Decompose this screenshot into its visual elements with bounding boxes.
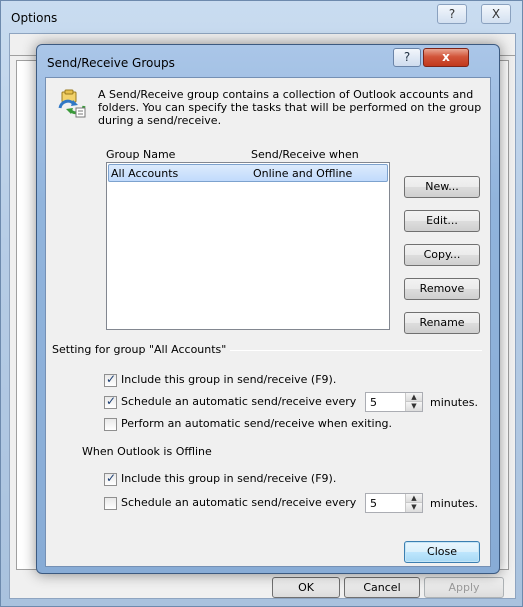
- spin-up-icon[interactable]: ▲: [406, 393, 422, 402]
- online-minutes-stepper[interactable]: ▲ ▼: [365, 392, 423, 412]
- options-window-title: Options: [11, 11, 58, 25]
- spin-down-icon[interactable]: ▼: [406, 503, 422, 512]
- column-header-send-receive-when: Send/Receive when: [251, 148, 359, 161]
- group-when-cell: Online and Offline: [253, 167, 353, 180]
- spin-down-icon[interactable]: ▼: [406, 402, 422, 411]
- exit-send-receive-label: Perform an automatic send/receive when e…: [121, 417, 393, 430]
- offline-minutes-stepper[interactable]: ▲ ▼: [365, 493, 423, 513]
- spin-buttons: ▲ ▼: [405, 393, 422, 411]
- online-include-checkbox[interactable]: [104, 372, 117, 387]
- close-button[interactable]: Close: [404, 541, 480, 563]
- group-list[interactable]: All Accounts Online and Offline: [106, 162, 390, 330]
- dialog-help-button[interactable]: ?: [393, 48, 421, 67]
- options-ok-button[interactable]: OK: [272, 577, 340, 598]
- spin-up-icon[interactable]: ▲: [406, 494, 422, 503]
- options-cancel-button[interactable]: Cancel: [344, 577, 420, 598]
- online-schedule-label: Schedule an automatic send/receive every: [121, 395, 357, 408]
- offline-include-checkbox-row[interactable]: Include this group in send/receive (F9).: [104, 471, 404, 488]
- options-close-button[interactable]: X: [481, 4, 511, 24]
- options-apply-button[interactable]: Apply: [424, 577, 504, 598]
- online-minutes-unit: minutes.: [430, 396, 479, 409]
- remove-button[interactable]: Remove: [404, 278, 480, 300]
- online-schedule-checkbox[interactable]: [104, 394, 117, 409]
- options-help-button[interactable]: ?: [437, 4, 467, 24]
- dialog-close-button[interactable]: x: [423, 48, 469, 67]
- group-name-cell: All Accounts: [111, 167, 179, 180]
- online-section-label: Setting for group "All Accounts": [52, 343, 231, 356]
- section-divider: [226, 350, 482, 351]
- spin-buttons: ▲ ▼: [405, 494, 422, 512]
- dialog-client-area: A Send/Receive group contains a collecti…: [45, 77, 491, 567]
- exit-send-receive-checkbox[interactable]: [104, 418, 117, 431]
- table-row[interactable]: All Accounts Online and Offline: [108, 164, 388, 182]
- dialog-intro-text: A Send/Receive group contains a collecti…: [98, 88, 482, 127]
- offline-schedule-checkbox-row[interactable]: Schedule an automatic send/receive every: [104, 496, 374, 512]
- offline-minutes-input[interactable]: [368, 495, 402, 511]
- send-receive-groups-dialog: Send/Receive Groups ? x A Send/Receive g…: [36, 44, 500, 574]
- dialog-title: Send/Receive Groups: [47, 56, 175, 70]
- new-button[interactable]: New...: [404, 176, 480, 198]
- send-receive-groups-icon: [58, 89, 86, 118]
- offline-include-label: Include this group in send/receive (F9).: [121, 472, 337, 485]
- online-schedule-checkbox-row[interactable]: Schedule an automatic send/receive every: [104, 394, 374, 411]
- offline-schedule-checkbox[interactable]: [104, 497, 117, 510]
- copy-button[interactable]: Copy...: [404, 244, 480, 266]
- column-header-group-name: Group Name: [106, 148, 176, 161]
- offline-schedule-label: Schedule an automatic send/receive every: [121, 496, 357, 509]
- offline-include-checkbox[interactable]: [104, 471, 117, 486]
- offline-minutes-unit: minutes.: [430, 497, 479, 510]
- offline-section-label: When Outlook is Offline: [82, 445, 216, 458]
- edit-button[interactable]: Edit...: [404, 210, 480, 232]
- rename-button[interactable]: Rename: [404, 312, 480, 334]
- online-include-checkbox-row[interactable]: Include this group in send/receive (F9).: [104, 372, 404, 389]
- online-minutes-input[interactable]: [368, 394, 402, 410]
- exit-checkbox-row[interactable]: Perform an automatic send/receive when e…: [104, 417, 424, 433]
- online-include-label: Include this group in send/receive (F9).: [121, 373, 337, 386]
